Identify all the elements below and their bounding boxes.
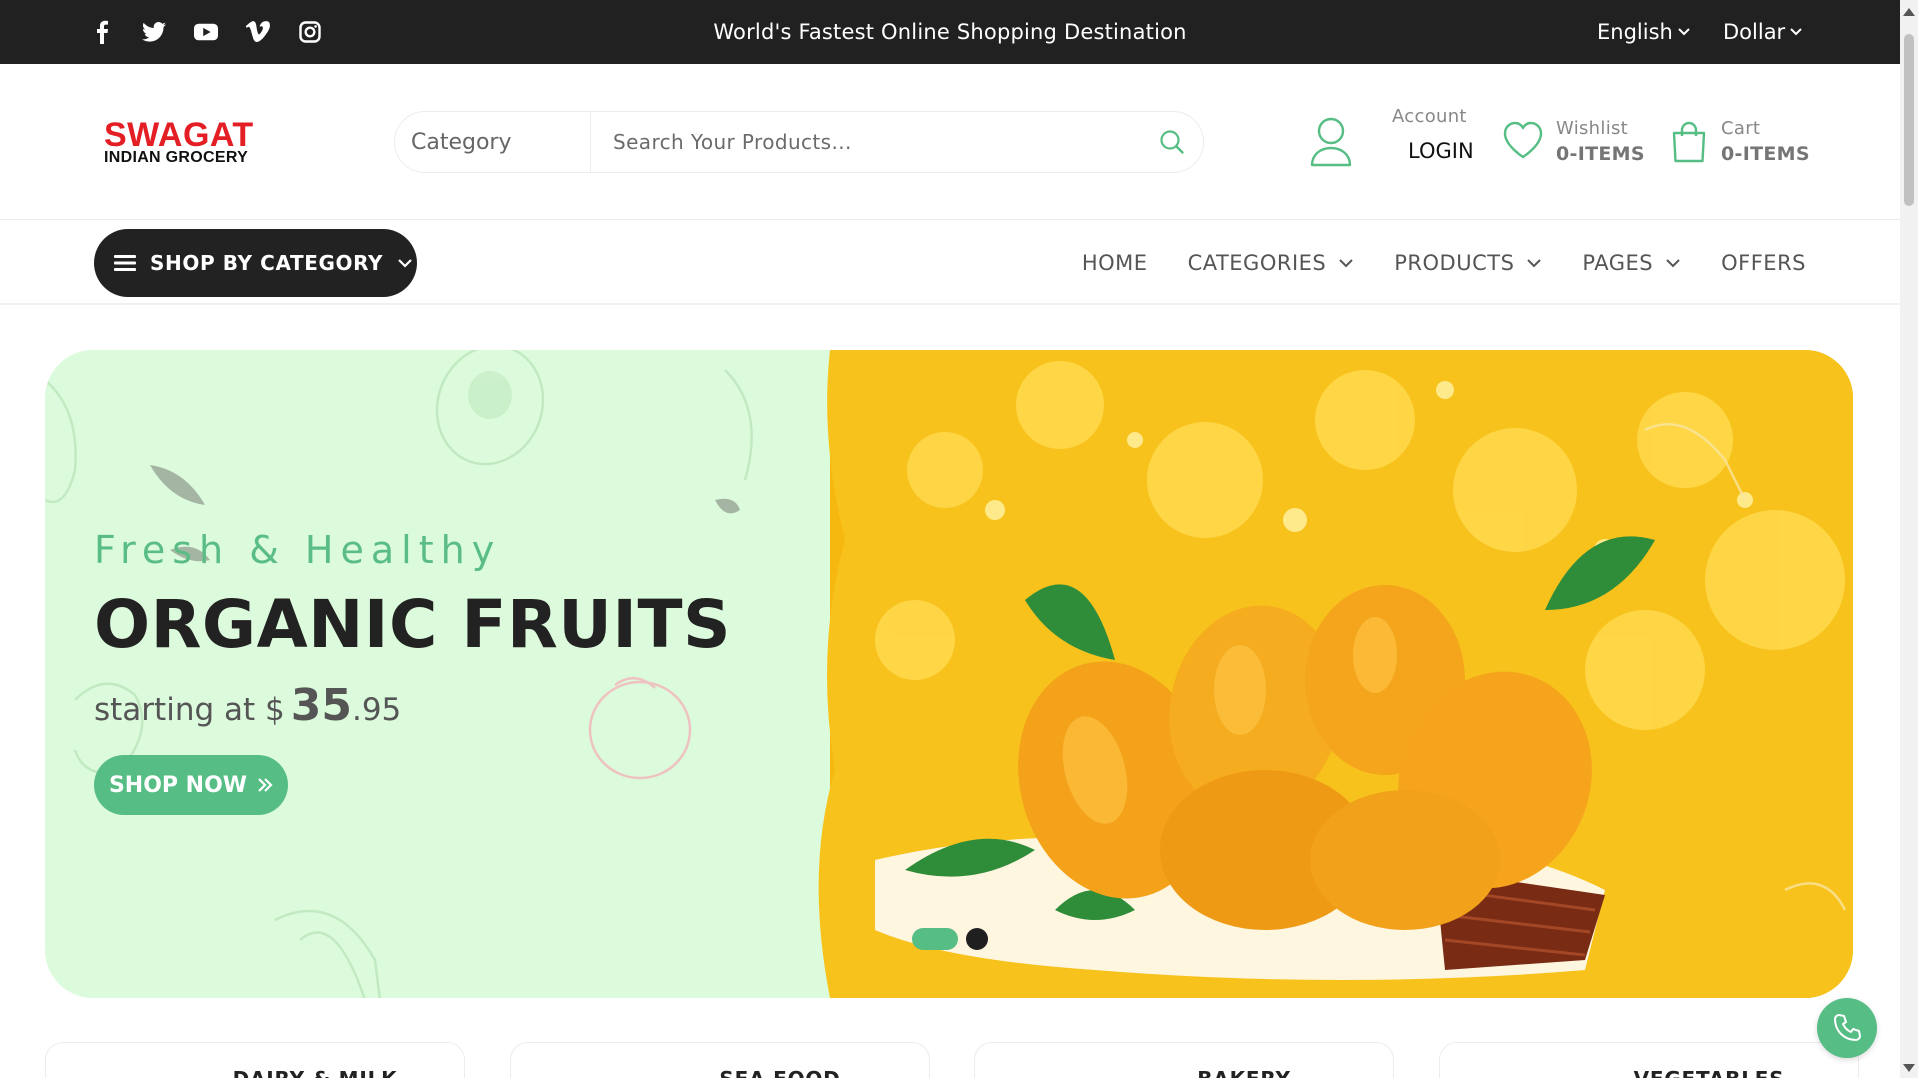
category-cards: DAIRY & MILK SEA FOOD BAKERY VEGETABLES: [45, 1042, 1859, 1078]
top-bar: World's Fastest Online Shopping Destinat…: [0, 0, 1900, 64]
nav-item-offers[interactable]: OFFERS: [1721, 251, 1806, 275]
hero-title: ORGANIC FRUITS: [94, 586, 731, 663]
currency-selector[interactable]: Dollar: [1723, 0, 1803, 64]
nav-item-label: CATEGORIES: [1187, 251, 1327, 275]
user-icon[interactable]: [1308, 116, 1354, 168]
category-card-vegetables[interactable]: VEGETABLES: [1439, 1042, 1859, 1078]
wishlist-link[interactable]: Wishlist 0-ITEMS: [1556, 118, 1645, 165]
search-icon: [1160, 130, 1184, 154]
chevron-down-icon: [1339, 259, 1353, 268]
hero-eyebrow: Fresh & Healthy: [94, 528, 502, 572]
language-label: English: [1597, 20, 1673, 44]
double-chevron-right-icon: [258, 778, 273, 792]
chevron-down-icon: [1678, 28, 1690, 36]
category-name: DAIRY & MILK: [46, 1067, 464, 1078]
chevron-down-icon: [398, 259, 412, 268]
chevron-down-icon: [1527, 259, 1542, 268]
slider-dot-active[interactable]: [912, 928, 958, 950]
search-bar: Category: [394, 111, 1204, 173]
price-prefix: starting at $: [94, 692, 285, 728]
shop-by-category-button[interactable]: SHOP BY CATEGORY: [94, 229, 417, 297]
main-navigation: SHOP BY CATEGORY HOME CATEGORIES PRODUCT…: [0, 221, 1900, 305]
hero-slider: Fresh & Healthy ORGANIC FRUITS starting …: [45, 350, 1853, 998]
shop-now-label: SHOP NOW: [108, 772, 248, 798]
category-name: VEGETABLES: [1440, 1067, 1858, 1078]
wishlist-label: Wishlist: [1556, 118, 1629, 139]
heart-icon[interactable]: [1502, 120, 1544, 162]
scroll-up-arrow[interactable]: [1903, 8, 1915, 16]
shopping-bag-icon[interactable]: [1670, 120, 1708, 164]
price-fraction: .95: [351, 692, 402, 728]
phone-icon: [1834, 1014, 1861, 1041]
slider-dot[interactable]: [966, 928, 988, 950]
cart-count: 0-ITEMS: [1721, 143, 1810, 165]
nav-item-label: PAGES: [1582, 251, 1654, 275]
category-card-sea-food[interactable]: SEA FOOD: [510, 1042, 930, 1078]
search-input[interactable]: [591, 112, 1141, 172]
wishlist-count: 0-ITEMS: [1556, 143, 1645, 165]
chevron-down-icon: [1790, 28, 1802, 36]
logo-brand: SWAGAT: [104, 116, 254, 154]
category-card-dairy[interactable]: DAIRY & MILK: [45, 1042, 465, 1078]
chevron-down-icon: [1666, 259, 1680, 268]
page-scrollbar[interactable]: [1900, 0, 1918, 1078]
nav-item-home[interactable]: HOME: [1082, 251, 1148, 275]
nav-item-categories[interactable]: CATEGORIES: [1188, 251, 1355, 275]
language-selector[interactable]: English: [1597, 0, 1691, 64]
category-card-bakery[interactable]: BAKERY: [974, 1042, 1394, 1078]
price-whole: 35: [290, 680, 352, 731]
shop-by-category-label: SHOP BY CATEGORY: [150, 251, 384, 275]
hero-illustration: [45, 350, 1853, 998]
site-logo[interactable]: SWAGAT INDIAN GROCERY: [104, 116, 284, 170]
scrollbar-thumb[interactable]: [1904, 34, 1914, 206]
doodle-decorations: [45, 350, 753, 998]
cart-link[interactable]: Cart 0-ITEMS: [1721, 118, 1810, 165]
nav-item-pages[interactable]: PAGES: [1582, 251, 1681, 275]
scroll-down-arrow[interactable]: [1903, 1064, 1915, 1072]
category-name: BAKERY: [975, 1067, 1393, 1078]
category-name: SEA FOOD: [511, 1067, 929, 1078]
site-header: SWAGAT INDIAN GROCERY Category Account L…: [0, 64, 1900, 220]
call-button[interactable]: [1817, 998, 1877, 1058]
nav-item-label: HOME: [1081, 251, 1148, 275]
search-category-select[interactable]: Category: [395, 112, 591, 172]
shop-now-button[interactable]: SHOP NOW: [94, 755, 288, 815]
hero-price: starting at $ 35.95: [94, 680, 401, 731]
nav-item-label: PRODUCTS: [1394, 251, 1515, 275]
menu-icon: [114, 255, 136, 271]
nav-item-label: OFFERS: [1721, 251, 1806, 275]
currency-label: Dollar: [1723, 20, 1786, 44]
cart-label: Cart: [1721, 118, 1761, 139]
search-button[interactable]: [1141, 112, 1203, 172]
nav-menu: HOME CATEGORIES PRODUCTS PAGES OFFERS: [1082, 221, 1806, 305]
logo-subtitle: INDIAN GROCERY: [104, 149, 249, 166]
nav-item-products[interactable]: PRODUCTS: [1394, 251, 1542, 275]
